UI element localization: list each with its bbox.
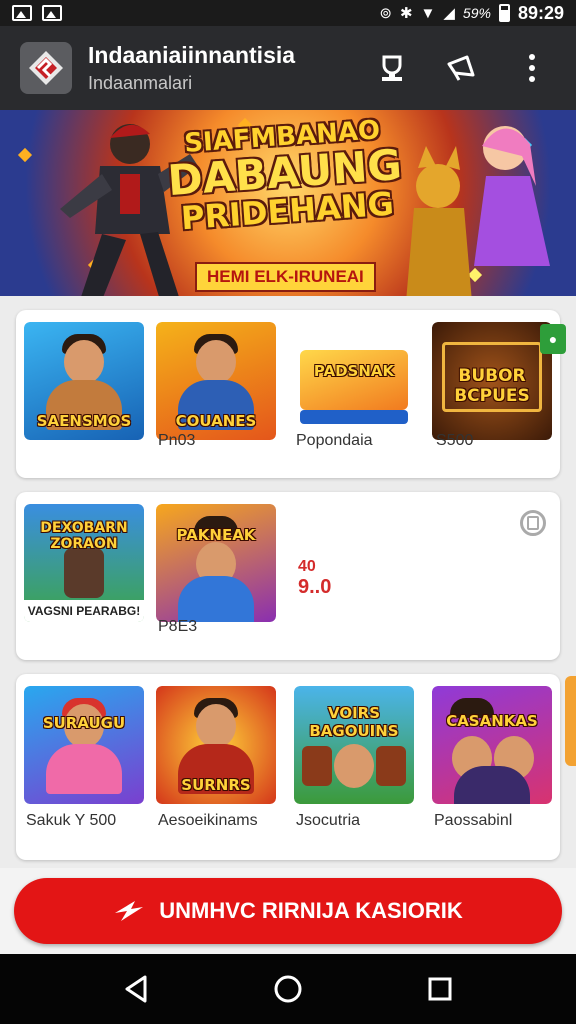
promo-counter: 40 9..0: [298, 558, 331, 598]
promo-counter-value: 9..0: [298, 575, 332, 598]
cta-label: UNMHVC RIRNIJA KASIORIK: [159, 898, 463, 923]
game-tile-title: PADSNAK: [313, 362, 395, 380]
app-title: Indaaniaiinnantisia: [88, 42, 296, 68]
gallery-notification-icon: [12, 5, 32, 21]
game-tile-caption: Popondaia: [296, 432, 373, 449]
game-tile[interactable]: VOIRS BAGOUINS: [294, 686, 414, 804]
battery-icon: [498, 4, 510, 22]
game-tile-title: DEXOBARN ZORAON: [40, 520, 128, 552]
more-vert-icon[interactable]: [512, 48, 552, 88]
game-tile-caption: P8E3: [158, 618, 198, 635]
game-tile-title: VOIRS BAGOUINS: [309, 704, 399, 740]
game-tile-caption: Sakuk Y 500: [26, 812, 117, 829]
promo-counter-top: 40: [298, 558, 316, 575]
back-icon[interactable]: [116, 969, 156, 1009]
game-tile-caption: Pn03: [158, 432, 196, 449]
game-tile-banner: VAGSNI PEARABG!: [27, 604, 141, 618]
game-tile-caption: Jsocutria: [296, 812, 361, 829]
next-card-peek[interactable]: [565, 676, 576, 766]
banner-title: SIAFMBANAO DABAUNG PRIDEHANG: [147, 115, 424, 239]
game-tile-title: SAENSMOS: [36, 412, 132, 430]
system-nav-bar: [0, 954, 576, 1024]
banner-tag: HEMI ELK-IRUNEAI: [195, 262, 376, 292]
game-tile-title: SURAUGU: [42, 714, 126, 732]
game-tile-title: BUBOR BCPUES: [454, 366, 530, 406]
game-tile[interactable]: CASANKAS: [432, 686, 552, 804]
game-tile-caption: Aesoeikinams: [158, 812, 258, 829]
game-section-2: DEXOBARN ZORAON VAGSNI PEARABG! PAKNEAK …: [16, 492, 560, 660]
signal-icon: ◢: [443, 5, 455, 22]
game-tile[interactable]: COUANES: [156, 322, 276, 440]
status-bar: ⊚ ✱ ▼ ◢ 59% 89:29: [0, 0, 576, 26]
vibrate-icon: ⊚: [379, 5, 392, 22]
game-tile[interactable]: PADSNAK: [294, 322, 414, 440]
recents-icon[interactable]: [420, 969, 460, 1009]
info-circle-icon[interactable]: [520, 510, 546, 536]
game-tile-title: SURNRS: [181, 776, 251, 794]
game-tile-caption: S500: [436, 432, 474, 449]
image-notification-icon: [42, 5, 62, 21]
game-section-3: SURAUGU Sakuk Y 500 SURNRS Aesoeikinams …: [16, 674, 560, 860]
game-section-1: SAENSMOS COUANES Pn03 PADSNAK Popondaia …: [16, 310, 566, 478]
app-bar: Indaaniaiinnantisia Indaanmalari: [0, 26, 576, 110]
app-subtitle: Indaanmalari: [88, 73, 193, 93]
cta-button[interactable]: UNMHVC RIRNIJA KASIORIK: [14, 878, 562, 944]
game-tile-title: PAKNEAK: [176, 526, 256, 544]
battery-percent: 59%: [462, 5, 491, 21]
app-logo-icon[interactable]: [20, 42, 72, 94]
wifi-icon: ▼: [420, 4, 436, 22]
bolt-icon: [115, 901, 144, 921]
megaphone-icon[interactable]: [442, 48, 482, 88]
game-tile[interactable]: SURNRS: [156, 686, 276, 804]
game-tile-title: CASANKAS: [446, 712, 538, 730]
game-tile-caption: Paossabinl: [434, 812, 513, 829]
promo-banner[interactable]: SIAFMBANAO DABAUNG PRIDEHANG HEMI ELK-IR…: [0, 110, 576, 296]
clock: 89:29: [517, 2, 564, 23]
home-icon[interactable]: [268, 969, 308, 1009]
game-tile[interactable]: DEXOBARN ZORAON VAGSNI PEARABG!: [24, 504, 144, 622]
trophy-icon[interactable]: [372, 48, 412, 88]
game-tile-title: COUANES: [175, 412, 257, 430]
bluetooth-icon: ✱: [399, 5, 413, 22]
game-tile[interactable]: BUBOR BCPUES: [432, 322, 552, 440]
new-badge-icon: ●: [540, 324, 566, 354]
game-tile[interactable]: PAKNEAK: [156, 504, 276, 622]
game-tile[interactable]: SURAUGU: [24, 686, 144, 804]
game-tile[interactable]: SAENSMOS: [24, 322, 144, 440]
